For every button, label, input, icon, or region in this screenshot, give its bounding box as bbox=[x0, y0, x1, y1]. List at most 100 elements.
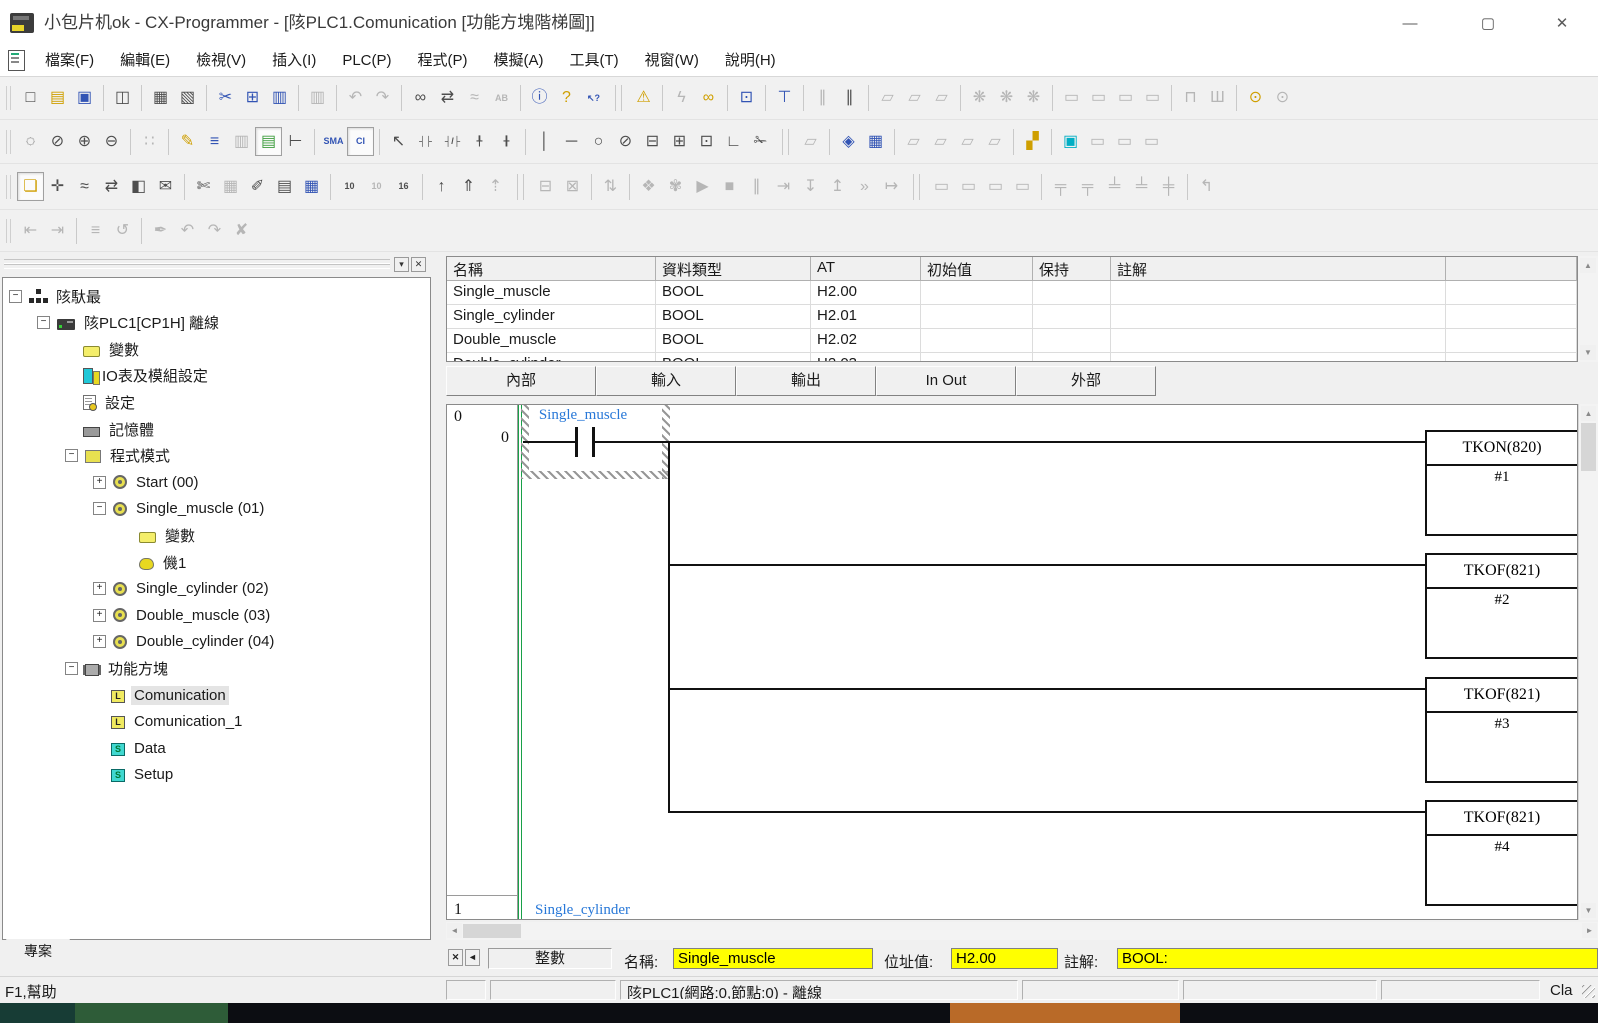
cell[interactable] bbox=[921, 353, 1033, 362]
plc-info-button[interactable]: ⓘ bbox=[526, 84, 553, 113]
watch-sheet-button[interactable]: ▦ bbox=[298, 172, 325, 201]
cell[interactable]: H2.02 bbox=[811, 329, 921, 353]
cell[interactable] bbox=[1111, 281, 1446, 305]
sim-scan-run-button[interactable]: ↦ bbox=[878, 172, 905, 201]
select-mode-button[interactable]: ↖ bbox=[385, 127, 412, 156]
cell[interactable] bbox=[1111, 305, 1446, 329]
column-header-2[interactable]: 資料類型 bbox=[656, 257, 811, 281]
dialog-window-button[interactable]: ▤ bbox=[271, 172, 298, 201]
table-row[interactable]: Single_muscleBOOLH2.00 bbox=[447, 281, 1577, 305]
menu-1[interactable]: 檔案(F) bbox=[32, 46, 107, 76]
tree-item-data[interactable]: SData bbox=[93, 735, 169, 761]
sim-continuous-button[interactable]: » bbox=[851, 172, 878, 201]
project-workspace-button[interactable]: ❏ bbox=[17, 172, 44, 201]
breakpoint-disable-button[interactable]: ▭ bbox=[1009, 172, 1036, 201]
cell[interactable]: H2.00 bbox=[811, 281, 921, 305]
new-or-contact-button[interactable]: ╀ bbox=[466, 127, 493, 156]
watch-window-button[interactable]: ≈ bbox=[71, 172, 98, 201]
annotation-list-button[interactable]: ≡ bbox=[201, 127, 228, 156]
collapse-icon[interactable]: − bbox=[65, 662, 78, 675]
tree-item-comunication-1[interactable]: LComunication_1 bbox=[93, 709, 245, 735]
collapse-icon[interactable]: − bbox=[65, 449, 78, 462]
expand-icon[interactable]: + bbox=[93, 609, 106, 622]
pause-button[interactable]: ∥ bbox=[836, 84, 863, 113]
fb-definition-button[interactable]: ◈ bbox=[835, 127, 862, 156]
undo-button[interactable]: ↶ bbox=[342, 84, 369, 113]
watch-close-button[interactable]: ✕ bbox=[448, 949, 463, 966]
decimal-monitor-button[interactable]: 10 bbox=[336, 172, 363, 201]
transfer-fb-source-button[interactable]: ⊤ bbox=[771, 84, 798, 113]
options-button[interactable]: ✉ bbox=[152, 172, 179, 201]
sma-view-button[interactable]: SMA bbox=[320, 127, 347, 156]
force-cancel-all-button[interactable]: ╪ bbox=[1155, 172, 1182, 201]
address-field[interactable] bbox=[951, 948, 1058, 969]
column-header-3[interactable]: AT bbox=[811, 257, 921, 281]
tree-item--[interactable]: 設定 bbox=[65, 389, 138, 415]
hr-monitor-button[interactable]: ▣ bbox=[1057, 127, 1084, 156]
tree-item-double-muscle-03-[interactable]: +Double_muscle (03) bbox=[93, 602, 273, 628]
ladder-vscrollbar[interactable]: ▲ ▼ bbox=[1578, 404, 1598, 920]
debug-mode-button[interactable]: ▭ bbox=[1085, 84, 1112, 113]
cell[interactable] bbox=[1111, 353, 1446, 362]
mnemonic-tree-button[interactable]: ⊢ bbox=[282, 127, 309, 156]
new-instruction-button[interactable]: ⊟ bbox=[639, 127, 666, 156]
vscroll-thumb[interactable] bbox=[1581, 423, 1596, 471]
time-chart-monitor-button[interactable]: Ш bbox=[1204, 84, 1231, 113]
find-button[interactable]: ∞ bbox=[407, 84, 434, 113]
comment-field[interactable] bbox=[1117, 948, 1598, 969]
grid-toggle-button[interactable]: ∷ bbox=[136, 127, 163, 156]
cell[interactable] bbox=[1033, 305, 1111, 329]
cross-reference-button[interactable]: ⇄ bbox=[98, 172, 125, 201]
return-jump-button[interactable]: ↰ bbox=[1193, 172, 1220, 201]
auto-online-button[interactable]: ❋ bbox=[993, 84, 1020, 113]
force-set-2-button[interactable]: ╤ bbox=[1074, 172, 1101, 201]
tab--[interactable]: 輸出 bbox=[736, 366, 876, 396]
cell[interactable] bbox=[1033, 353, 1111, 362]
cell[interactable] bbox=[921, 281, 1033, 305]
trigger-hand-button[interactable]: ✾ bbox=[662, 172, 689, 201]
cell[interactable] bbox=[1033, 281, 1111, 305]
column-header-4[interactable]: 初始值 bbox=[921, 257, 1033, 281]
zoom-fit-button[interactable]: ◌ bbox=[17, 127, 44, 156]
paste-button[interactable]: ▥ bbox=[266, 84, 293, 113]
address-ref-window-button[interactable]: ▭ bbox=[1138, 127, 1165, 156]
table-row[interactable]: Double_muscleBOOLH2.02 bbox=[447, 329, 1577, 353]
tree-item--[interactable]: −陔馱最 bbox=[9, 283, 104, 309]
ladder-view-button[interactable]: ▤ bbox=[255, 127, 282, 156]
breakpoint-set-button[interactable]: ▭ bbox=[928, 172, 955, 201]
column-header-6[interactable]: 註解 bbox=[1111, 257, 1446, 281]
breakpoint-clear-button[interactable]: ▭ bbox=[955, 172, 982, 201]
goto-next-input-button[interactable]: ▱ bbox=[954, 127, 981, 156]
sim-step-run-button[interactable]: ⇥ bbox=[770, 172, 797, 201]
compile-all-programs-button[interactable]: ϟ bbox=[668, 84, 695, 113]
cell[interactable]: Single_muscle bbox=[447, 281, 656, 305]
pen-undo-button[interactable]: ↶ bbox=[174, 216, 201, 245]
collapse-icon[interactable]: − bbox=[9, 290, 22, 303]
menu-2[interactable]: 編輯(E) bbox=[107, 46, 183, 76]
program-check-button[interactable]: ∞ bbox=[695, 84, 722, 113]
table-row[interactable]: Double_cylinderBOOLH2.03 bbox=[447, 353, 1577, 362]
tree-item--[interactable]: 記憶體 bbox=[65, 416, 157, 442]
resize-grip[interactable] bbox=[1582, 985, 1595, 998]
new-contact-button[interactable]: ┤├ bbox=[412, 127, 439, 156]
tree-item-start-00-[interactable]: +Start (00) bbox=[93, 469, 202, 495]
scroll-right-icon[interactable]: ► bbox=[1582, 923, 1597, 938]
upload-from-plc-button[interactable]: ▱ bbox=[901, 84, 928, 113]
indent-left-button[interactable]: ⇤ bbox=[17, 216, 44, 245]
compile-button[interactable]: ⚠ bbox=[630, 84, 657, 113]
cell[interactable]: Single_cylinder bbox=[447, 305, 656, 329]
simulator-window-button[interactable]: ✐ bbox=[244, 172, 271, 201]
tab--[interactable]: 內部 bbox=[446, 366, 596, 396]
compare-program-button[interactable]: ◫ bbox=[109, 84, 136, 113]
display-format-cell[interactable]: 整數 bbox=[488, 948, 612, 969]
force-reset-2-button[interactable]: ╧ bbox=[1128, 172, 1155, 201]
work-online-button[interactable]: ❋ bbox=[966, 84, 993, 113]
vertical-connect-button[interactable]: ∟ bbox=[720, 127, 747, 156]
scroll-down-icon[interactable]: ▼ bbox=[1581, 903, 1596, 918]
find-replace-button[interactable]: ⇄ bbox=[434, 84, 461, 113]
section-cut-button[interactable]: ✄ bbox=[190, 172, 217, 201]
tree-item-single-muscle-01-[interactable]: −Single_muscle (01) bbox=[93, 496, 267, 522]
context-help-button[interactable]: ↖? bbox=[580, 84, 607, 113]
pen-redo-button[interactable]: ↷ bbox=[201, 216, 228, 245]
tree-item-comunication[interactable]: LComunication bbox=[93, 682, 229, 708]
